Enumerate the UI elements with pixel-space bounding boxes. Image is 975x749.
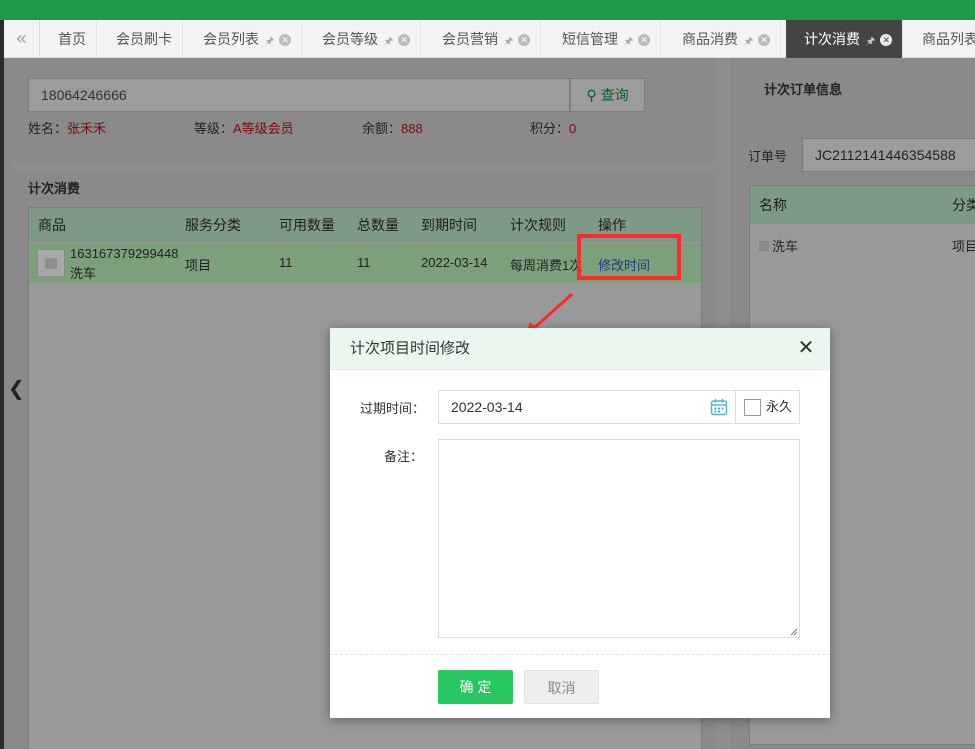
member-balance: 余额：888 [362, 118, 423, 137]
col-header-total: 总数量 [357, 217, 399, 233]
order-item-name-text: 洗车 [772, 239, 799, 254]
order-item-name: 洗车 [759, 236, 798, 255]
tab-label: 商品列表 [922, 31, 975, 47]
pin-icon[interactable]: 🖈 [866, 36, 875, 47]
member-name-value: 张禾禾 [67, 121, 107, 136]
permanent-option[interactable]: 永久 [735, 390, 800, 424]
close-icon[interactable]: ✕ [880, 34, 893, 46]
pin-icon[interactable]: 🖈 [624, 36, 633, 47]
tab-member-marketing[interactable]: 会员营销 🖈 ✕ [424, 20, 542, 58]
order-number-field[interactable]: JC2112141446354588 [802, 138, 975, 172]
product-total: 11 [357, 255, 371, 270]
close-icon[interactable]: ✕ [758, 34, 771, 46]
tab-goods-list[interactable]: 商品列表 [904, 20, 975, 58]
col-header-expire: 到期时间 [421, 217, 477, 233]
tab-sms[interactable]: 短信管理 🖈 ✕ [544, 20, 662, 58]
tab-member-list[interactable]: 会员列表 🖈 ✕ [185, 20, 303, 58]
close-icon[interactable]: ✕ [279, 34, 292, 46]
permanent-checkbox[interactable] [744, 399, 761, 416]
item-thumb-icon [759, 241, 769, 251]
member-level-value: A等级会员 [233, 121, 294, 136]
calendar-icon[interactable] [710, 398, 728, 416]
close-icon[interactable]: ✕ [796, 338, 816, 358]
search-button-label: 查询 [600, 87, 629, 103]
pin-icon[interactable]: 🖈 [504, 36, 513, 47]
member-points-value: 0 [569, 121, 577, 136]
member-balance-value: 888 [401, 121, 423, 136]
tab-label: 会员营销 [442, 31, 498, 47]
col-header-name: 名称 [759, 197, 787, 213]
tab-label: 计次消费 [804, 31, 860, 47]
member-level-label: 等级： [194, 121, 234, 136]
pin-icon[interactable]: 🖈 [744, 36, 753, 47]
tab-label: 会员列表 [203, 31, 259, 47]
tab-goods-consume[interactable]: 商品消费 🖈 ✕ [664, 20, 782, 58]
tab-home[interactable]: 首页 [40, 20, 97, 58]
tabs-scroll-left-button[interactable]: « [4, 20, 40, 58]
dialog-header: 计次项目时间修改 ✕ [330, 328, 830, 370]
tab-label: 短信管理 [562, 31, 618, 47]
col-header-available: 可用数量 [279, 217, 335, 233]
product-name: 洗车 [70, 266, 97, 281]
tab-member-level[interactable]: 会员等级 🖈 ✕ [304, 20, 422, 58]
col-header-type: 分类 [952, 197, 975, 213]
product-image [37, 249, 65, 277]
col-header-category: 服务分类 [185, 217, 241, 233]
resize-handle-icon[interactable] [790, 628, 798, 636]
close-icon[interactable]: ✕ [398, 34, 411, 46]
order-number-label: 订单号 [748, 149, 788, 164]
pin-icon[interactable]: 🖈 [384, 36, 393, 47]
tab-count-consume[interactable]: 计次消费 🖈 ✕ [786, 20, 904, 58]
section-separator [14, 162, 718, 172]
tab-label: 会员等级 [322, 31, 378, 47]
cancel-button[interactable]: 取消 [524, 670, 599, 704]
highlight-box [577, 234, 681, 280]
member-points: 积分：0 [530, 118, 576, 137]
chevron-left-icon[interactable]: ❮ [8, 376, 25, 401]
permanent-label: 永久 [766, 399, 793, 414]
section-title: 计次消费 [28, 181, 81, 196]
edit-time-dialog: 计次项目时间修改 ✕ 过期时间： 2022-03-14 永久 备注： 确 定 取… [330, 328, 830, 718]
dialog-title: 计次项目时间修改 [350, 340, 471, 357]
tab-label: 会员刷卡 [116, 31, 172, 47]
expire-date-input[interactable]: 2022-03-14 [438, 390, 736, 424]
product-category: 项目 [185, 258, 212, 273]
expire-time-label: 过期时间： [360, 401, 426, 416]
tab-label: 商品消费 [682, 31, 738, 47]
product-available: 11 [279, 255, 293, 270]
product-rule: 每周消费1次 [510, 258, 582, 273]
product-expire: 2022-03-14 [421, 255, 488, 270]
tab-member-card[interactable]: 会员刷卡 [98, 20, 183, 58]
search-icon: ⚲ [586, 87, 597, 103]
col-header-rule: 计次规则 [510, 217, 566, 233]
confirm-button[interactable]: 确 定 [438, 670, 513, 704]
order-item-category: 项目 [952, 239, 975, 254]
tab-label: 首页 [58, 31, 86, 47]
close-icon[interactable]: ✕ [518, 34, 531, 46]
member-balance-label: 余额： [362, 121, 402, 136]
top-bar [0, 0, 975, 20]
close-icon[interactable]: ✕ [638, 34, 651, 46]
remark-label: 备注： [384, 449, 424, 464]
col-header-product: 商品 [38, 217, 66, 233]
product-code: 163167379299448 [70, 246, 178, 261]
member-level: 等级：A等级会员 [194, 118, 294, 137]
pin-icon[interactable]: 🖈 [265, 36, 274, 47]
search-input[interactable]: 18064246666 [28, 78, 570, 112]
order-table-header: 名称 分类 [750, 186, 975, 224]
member-name: 姓名：张禾禾 [28, 118, 106, 137]
member-points-label: 积分： [530, 121, 570, 136]
search-button[interactable]: ⚲ 查询 [570, 78, 645, 112]
member-name-label: 姓名： [28, 121, 68, 136]
remark-textarea[interactable] [438, 439, 800, 638]
tab-bar: « 首页 会员刷卡 会员列表 🖈 ✕ 会员等级 🖈 ✕ 会员营销 🖈 ✕ 短信管理 🖈 ✕ 商品… [4, 20, 975, 58]
order-info-title: 计次订单信息 [764, 82, 843, 97]
dialog-footer-divider [330, 654, 830, 655]
